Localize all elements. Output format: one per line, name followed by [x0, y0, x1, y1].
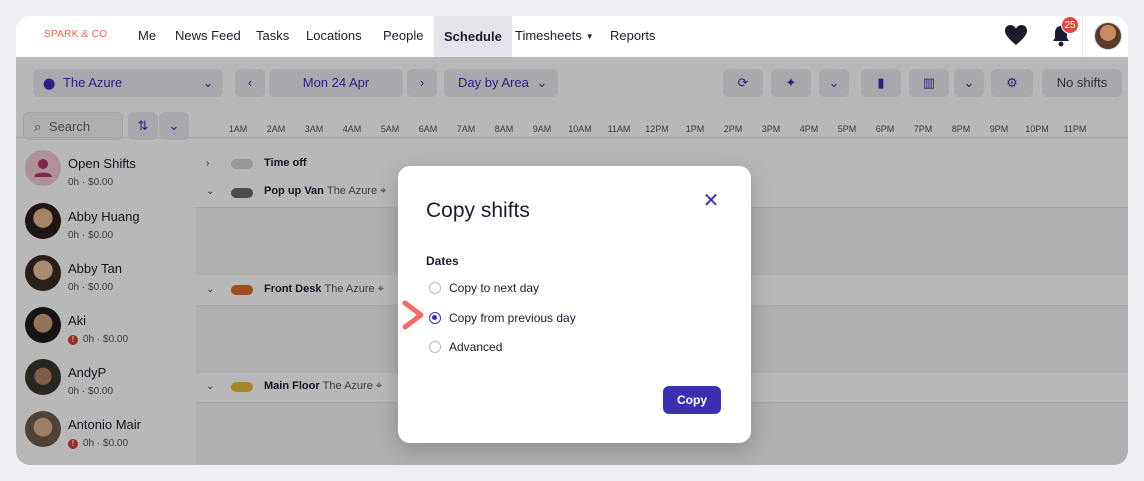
copy-shifts-dialog: Copy shifts ✕ Dates Copy to next day Cop…	[398, 166, 751, 443]
option-copy-previous-day[interactable]: Copy from previous day	[429, 311, 576, 325]
option-label: Copy to next day	[449, 281, 540, 295]
dialog-title: Copy shifts	[426, 199, 530, 222]
brand-logo[interactable]: SPARK & CO	[44, 29, 107, 40]
nav-locations[interactable]: Locations	[306, 28, 362, 43]
radio-button[interactable]	[429, 281, 441, 294]
notification-badge[interactable]: 25	[1061, 16, 1079, 34]
nav-timesheets[interactable]: Timesheets ▼	[515, 28, 594, 43]
app-frame: SPARK & CO Me News Feed Tasks Locations …	[16, 16, 1128, 465]
user-avatar[interactable]	[1094, 22, 1122, 50]
nav-schedule[interactable]: Schedule	[434, 16, 512, 57]
nav-me[interactable]: Me	[138, 28, 156, 43]
caret-down-icon: ▼	[585, 32, 594, 42]
option-label: Advanced	[449, 340, 503, 354]
option-advanced[interactable]: Advanced	[429, 340, 502, 354]
close-icon[interactable]: ✕	[701, 191, 721, 211]
nav-timesheets-label: Timesheets	[515, 28, 582, 43]
option-label: Copy from previous day	[449, 311, 576, 325]
nav-divider	[1082, 16, 1083, 57]
radio-button-selected[interactable]	[429, 311, 441, 324]
copy-button[interactable]: Copy	[663, 386, 721, 414]
pointer-arrow-icon	[402, 300, 424, 330]
radio-button[interactable]	[429, 340, 441, 353]
option-copy-next-day[interactable]: Copy to next day	[429, 281, 539, 295]
nav-reports[interactable]: Reports	[610, 28, 656, 43]
nav-people[interactable]: People	[383, 28, 423, 43]
dates-label: Dates	[426, 254, 459, 268]
nav-news-feed[interactable]: News Feed	[175, 28, 241, 43]
heart-icon[interactable]	[1004, 24, 1028, 46]
top-nav: SPARK & CO Me News Feed Tasks Locations …	[16, 16, 1128, 57]
nav-tasks[interactable]: Tasks	[256, 28, 289, 43]
